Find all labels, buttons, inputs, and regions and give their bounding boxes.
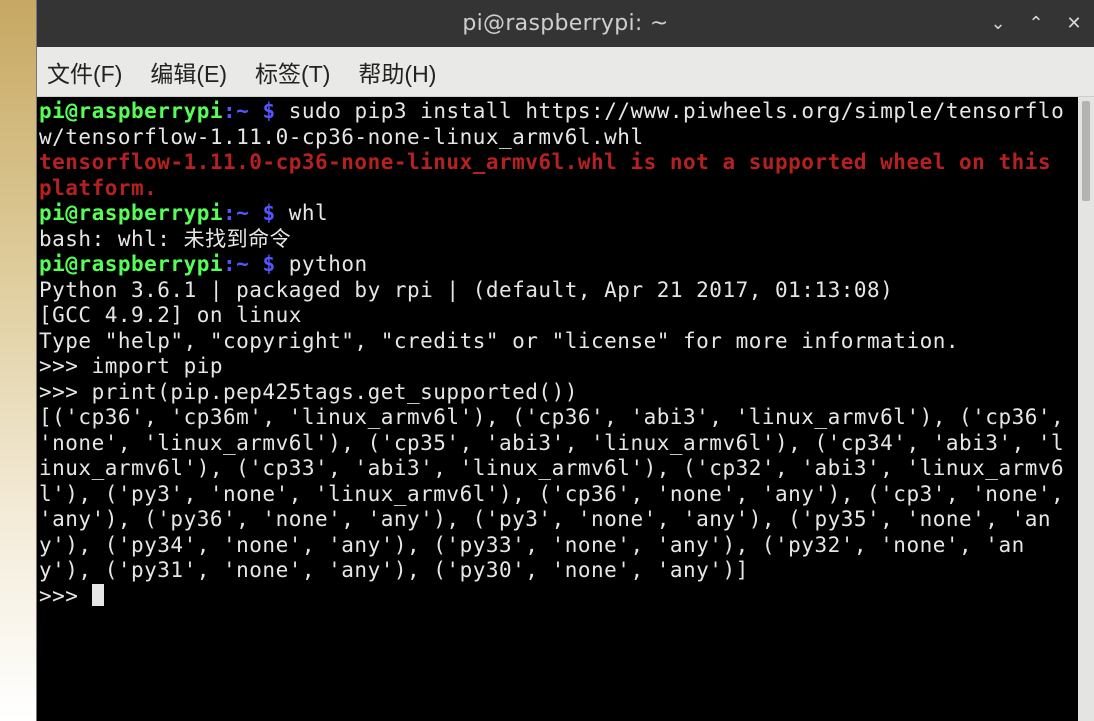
desktop-background [0, 0, 36, 721]
repl-line-2: >>> print(pip.pep425tags.get_supported()… [39, 380, 578, 404]
prompt-userhost: pi@raspberrypi [39, 201, 223, 225]
titlebar[interactable]: pi@raspberrypi: ~ ⌄ ⌃ ✕ [37, 0, 1094, 47]
menu-tabs[interactable]: 标签(T) [255, 55, 330, 89]
window-title: pi@raspberrypi: ~ [37, 11, 1094, 36]
terminal-window: pi@raspberrypi: ~ ⌄ ⌃ ✕ 文件(F) 编辑(E) 标签(T… [36, 0, 1094, 721]
prompt-path: ~ [236, 201, 249, 225]
menu-edit[interactable]: 编辑(E) [150, 55, 227, 89]
python-banner-1: Python 3.6.1 | packaged by rpi | (defaul… [39, 278, 893, 302]
cmd-line-2: whl [289, 201, 328, 225]
prompt-path: ~ [236, 252, 249, 276]
prompt-colon: : [223, 252, 236, 276]
repl-line-1: >>> import pip [39, 354, 223, 378]
python-banner-3: Type "help", "copyright", "credits" or "… [39, 329, 959, 353]
scrollbar[interactable] [1078, 97, 1094, 721]
maximize-icon[interactable]: ⌃ [1026, 13, 1046, 34]
prompt-userhost: pi@raspberrypi [39, 252, 223, 276]
cmd-line-3: python [289, 252, 368, 276]
prompt-colon: : [223, 201, 236, 225]
python-banner-2: [GCC 4.9.2] on linux [39, 303, 302, 327]
prompt-dollar: $ [249, 252, 288, 276]
prompt-path: ~ [236, 99, 249, 123]
cursor-block [92, 584, 104, 606]
terminal-area[interactable]: pi@raspberrypi:~ $ sudo pip3 install htt… [37, 97, 1094, 721]
window-controls: ⌄ ⌃ ✕ [988, 0, 1084, 47]
menubar: 文件(F) 编辑(E) 标签(T) 帮助(H) [37, 47, 1094, 97]
menu-help[interactable]: 帮助(H) [358, 55, 436, 89]
close-icon[interactable]: ✕ [1064, 13, 1084, 34]
prompt-dollar: $ [249, 201, 288, 225]
repl-prompt: >>> [39, 584, 92, 608]
scrollbar-track[interactable] [1080, 99, 1092, 719]
bash-error-line: bash: whl: 未找到命令 [39, 227, 291, 251]
prompt-colon: : [223, 99, 236, 123]
menu-file[interactable]: 文件(F) [47, 55, 122, 89]
prompt-userhost: pi@raspberrypi [39, 99, 223, 123]
repl-output: [('cp36', 'cp36m', 'linux_armv6l'), ('cp… [39, 405, 1077, 582]
minimize-icon[interactable]: ⌄ [988, 13, 1008, 34]
scrollbar-thumb[interactable] [1082, 101, 1090, 201]
terminal-output[interactable]: pi@raspberrypi:~ $ sudo pip3 install htt… [37, 97, 1078, 721]
prompt-dollar: $ [249, 99, 288, 123]
error-line-1: tensorflow-1.11.0-cp36-none-linux_armv6l… [39, 150, 1064, 200]
